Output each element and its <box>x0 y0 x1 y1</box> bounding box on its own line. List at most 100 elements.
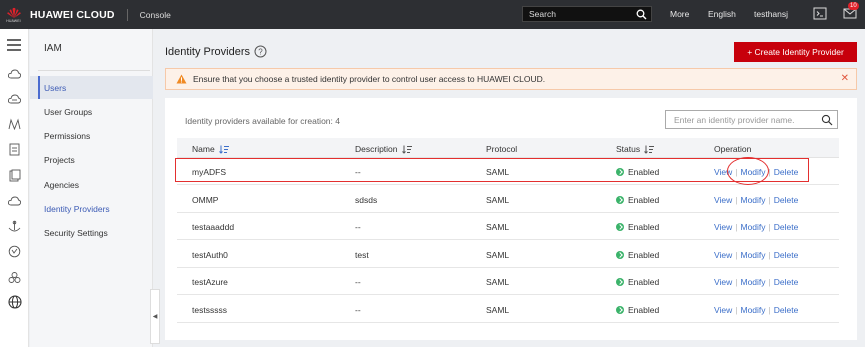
service-rail <box>0 29 29 347</box>
cdn-icon[interactable] <box>8 220 21 233</box>
delete-link[interactable]: Delete <box>774 222 799 232</box>
close-icon[interactable]: ✕ <box>841 74 849 84</box>
column-status-label: Status <box>616 144 641 154</box>
provider-protocol: SAML <box>486 222 510 232</box>
delete-link[interactable]: Delete <box>774 277 799 287</box>
status-badge: Enabled <box>616 305 659 315</box>
action-separator: | <box>735 304 738 315</box>
status-text: Enabled <box>628 222 660 232</box>
sidebar-item-label: Identity Providers <box>44 203 110 214</box>
warning-alert: Ensure that you choose a trusted identit… <box>165 68 857 90</box>
status-text: Enabled <box>628 277 660 287</box>
provider-description: sdsds <box>355 194 378 205</box>
cloud-service-icon[interactable] <box>8 195 21 207</box>
delete-link[interactable]: Delete <box>774 305 799 315</box>
delete-link[interactable]: Delete <box>774 250 799 260</box>
sidebar-item-agencies[interactable]: Agencies <box>30 173 153 196</box>
sidebar-item-label: Security Settings <box>44 227 108 238</box>
view-link[interactable]: View <box>714 195 732 205</box>
status-text: Enabled <box>628 249 660 260</box>
sidebar-item-projects[interactable]: Projects <box>30 148 153 171</box>
status-badge: Enabled <box>616 250 659 260</box>
sidebar-item-user-groups[interactable]: User Groups <box>30 100 153 123</box>
view-link[interactable]: View <box>714 222 732 232</box>
terminal-icon[interactable] <box>813 7 827 20</box>
search-icon[interactable] <box>821 114 833 126</box>
brand-name[interactable]: HUAWEI CLOUD <box>30 9 115 21</box>
search-input[interactable]: Search <box>522 6 652 22</box>
action-separator: | <box>768 194 771 205</box>
provider-name: testAuth0 <box>192 249 228 260</box>
view-link[interactable]: View <box>714 250 732 260</box>
huawei-logo[interactable]: HUAWEI <box>0 0 27 29</box>
delete-link[interactable]: Delete <box>774 195 799 205</box>
sidebar-item-security-settings[interactable]: Security Settings <box>30 221 153 244</box>
provider-name: testAzure <box>192 277 228 287</box>
column-description[interactable]: Description <box>355 144 412 154</box>
view-link[interactable]: View <box>714 277 732 287</box>
available-count: Identity providers available for creatio… <box>185 116 340 126</box>
modify-link[interactable]: Modify <box>741 305 766 315</box>
huawei-logo-icon <box>6 7 21 18</box>
sort-icon[interactable] <box>401 145 412 154</box>
security-icon[interactable] <box>8 169 21 182</box>
provider-name: OMMP <box>192 194 219 205</box>
more-menu[interactable]: More <box>670 9 689 19</box>
modify-link[interactable]: Modify <box>741 250 766 260</box>
logo-text: HUAWEI <box>6 18 21 23</box>
row-actions: View | Modify | Delete <box>714 277 798 287</box>
sidebar-item-identity-providers[interactable]: Identity Providers <box>30 197 153 220</box>
sidebar-item-users[interactable]: Users <box>30 76 153 99</box>
language-menu[interactable]: English <box>708 9 736 19</box>
storage-icon[interactable] <box>8 93 21 105</box>
provider-protocol: SAML <box>486 194 510 205</box>
sidebar-item-permissions[interactable]: Permissions <box>30 124 153 147</box>
status-badge: Enabled <box>616 195 659 205</box>
row-actions: View | Modify | Delete <box>714 222 798 232</box>
management-icon[interactable] <box>8 271 21 284</box>
filter-placeholder: Enter an identity provider name. <box>674 114 795 125</box>
sidebar-divider <box>38 70 150 71</box>
sidebar-item-label: Agencies <box>44 179 79 190</box>
table-row: testAzure -- SAML Enabled View | Modify | Delete <box>177 268 839 295</box>
menu-icon[interactable] <box>7 39 21 51</box>
modify-link[interactable]: Modify <box>741 195 766 205</box>
status-badge: Enabled <box>616 222 659 232</box>
provider-description: -- <box>355 277 361 287</box>
network-icon[interactable] <box>8 118 21 130</box>
modify-link[interactable]: Modify <box>741 277 766 287</box>
view-link[interactable]: View <box>714 305 732 315</box>
cloud-icon[interactable] <box>8 68 21 80</box>
collapse-sidebar-button[interactable]: ◀ <box>150 289 160 344</box>
enabled-check-icon <box>616 250 624 259</box>
search-icon[interactable] <box>636 9 647 20</box>
column-status[interactable]: Status <box>616 144 655 154</box>
enabled-check-icon <box>616 305 624 314</box>
create-identity-provider-button[interactable]: + Create Identity Provider <box>734 42 857 62</box>
table-row: testsssss -- SAML Enabled View | Modify | Delete <box>177 296 839 323</box>
action-separator: | <box>768 277 771 287</box>
status-badge: Enabled <box>616 277 659 287</box>
table-row: testAuth0 test SAML Enabled View | Modify | Dele… <box>177 241 839 268</box>
globe-icon[interactable] <box>8 295 22 309</box>
console-link[interactable]: Console <box>140 10 171 20</box>
user-menu[interactable]: testhansj <box>754 9 788 19</box>
enabled-check-icon <box>616 195 624 204</box>
modify-link[interactable]: Modify <box>741 222 766 232</box>
action-separator: | <box>735 222 738 232</box>
column-operation-label: Operation <box>714 144 752 154</box>
sort-icon[interactable] <box>218 145 229 154</box>
sort-icon[interactable] <box>644 145 655 154</box>
database-icon[interactable] <box>8 143 21 156</box>
help-icon[interactable]: ? <box>254 45 267 58</box>
column-name[interactable]: Name <box>192 144 229 154</box>
provider-search-input[interactable]: Enter an identity provider name. <box>665 110 838 129</box>
warning-icon <box>176 74 187 84</box>
row-actions: View | Modify | Delete <box>714 305 798 315</box>
provider-protocol: SAML <box>486 304 510 315</box>
monitor-icon[interactable] <box>8 245 21 258</box>
sidebar-item-label: Projects <box>44 154 75 165</box>
status-text: Enabled <box>628 304 660 315</box>
sidebar-item-label: Users <box>44 82 67 93</box>
row-highlight-annotation <box>175 158 809 182</box>
